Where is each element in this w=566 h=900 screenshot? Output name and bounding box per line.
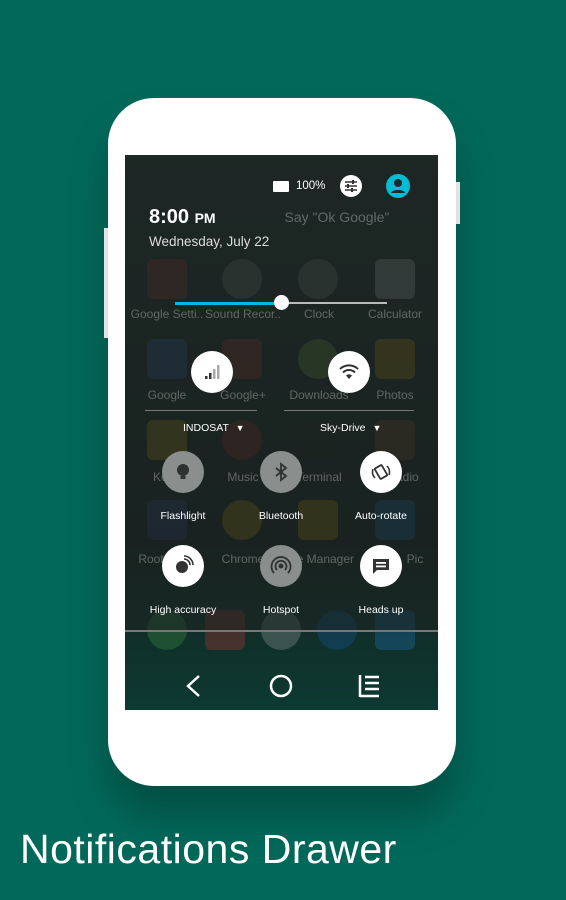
home-button[interactable] xyxy=(268,673,294,699)
brightness-thumb[interactable] xyxy=(274,295,289,310)
person-icon xyxy=(391,179,405,193)
hotspot-icon xyxy=(270,556,292,574)
dropdown-arrow-icon: ▼ xyxy=(235,423,245,433)
signal-icon xyxy=(205,365,220,379)
back-button[interactable] xyxy=(183,673,205,699)
tile-bluetooth[interactable] xyxy=(260,451,302,493)
tile-label: Auto-rotate xyxy=(355,510,407,522)
tile-flashlight[interactable] xyxy=(162,451,204,493)
wifi-toggle[interactable] xyxy=(328,351,370,393)
tile-label: Bluetooth xyxy=(258,510,304,522)
tile-hotspot[interactable] xyxy=(260,545,302,587)
bluetooth-icon xyxy=(275,462,288,482)
tile-auto-rotate[interactable] xyxy=(360,451,402,493)
battery-level: 100% xyxy=(296,180,326,192)
user-avatar-button[interactable] xyxy=(386,174,410,198)
battery-icon xyxy=(273,181,289,192)
tile-heads-up[interactable] xyxy=(360,545,402,587)
tile-label: Heads up xyxy=(358,604,404,616)
wifi-icon xyxy=(339,364,359,379)
auto-rotate-icon xyxy=(371,464,391,480)
heads-up-icon xyxy=(373,559,389,574)
location-icon xyxy=(176,555,194,573)
notification-drawer: 100% 8:00 PM Wednesday, July 22 INDOSAT … xyxy=(125,158,438,632)
tile-label: High accuracy xyxy=(149,604,217,616)
tile-label: Hotspot xyxy=(262,604,300,616)
brightness-fill xyxy=(175,301,281,305)
divider xyxy=(145,410,257,411)
screen: Say "Ok Google" Google Setti.. Sound Rec… xyxy=(125,155,438,710)
tile-label: Flashlight xyxy=(160,510,206,522)
settings-button[interactable] xyxy=(340,175,362,197)
flashlight-icon xyxy=(177,464,189,479)
date: Wednesday, July 22 xyxy=(149,234,270,249)
clock-time: 8:00 PM xyxy=(149,206,216,228)
tile-high-accuracy[interactable] xyxy=(162,545,204,587)
wifi-network-dropdown[interactable]: Sky-Drive ▼ xyxy=(320,422,381,434)
tune-icon xyxy=(345,180,357,192)
recents-button[interactable] xyxy=(357,673,381,699)
mobile-data-toggle[interactable] xyxy=(191,351,233,393)
mobile-network-dropdown[interactable]: INDOSAT ▼ xyxy=(183,422,245,434)
dropdown-arrow-icon: ▼ xyxy=(372,423,382,433)
caption: Notifications Drawer xyxy=(20,826,397,872)
divider xyxy=(284,410,414,411)
brightness-slider[interactable] xyxy=(175,295,387,310)
